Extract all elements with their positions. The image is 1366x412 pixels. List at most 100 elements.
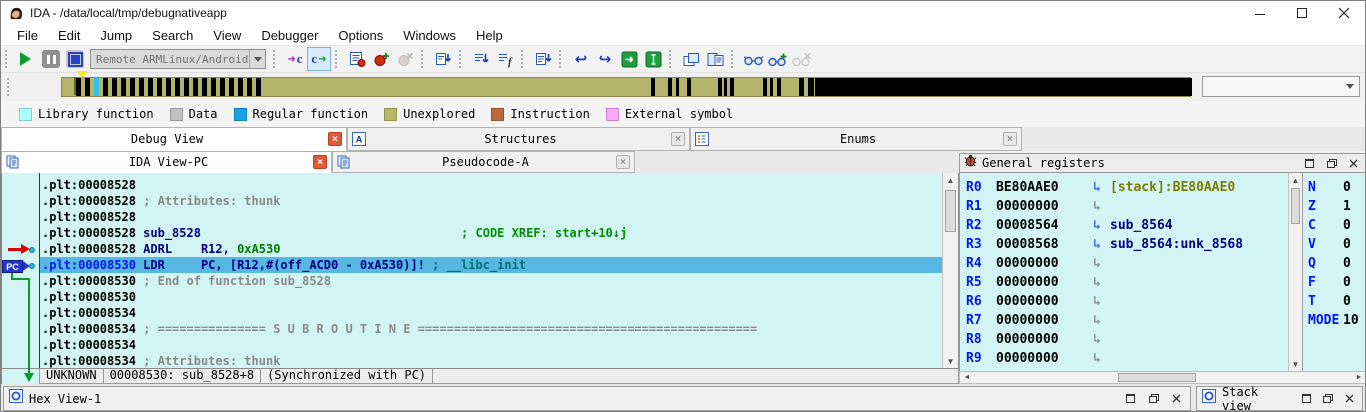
disasm-line[interactable]: .plt:00008528 sub_8528 ; CODE XREF: star… xyxy=(40,225,942,241)
debugger-selector[interactable]: Remote ARMLinux/Android debugger xyxy=(90,49,266,69)
disasm-line[interactable]: .plt:00008534 ; =============== S U B R … xyxy=(40,321,942,337)
disasm-line[interactable]: .plt:00008528 ; Attributes: thunk xyxy=(40,193,942,209)
trace-over-icon[interactable]: f xyxy=(493,47,517,71)
scroll-down-icon[interactable]: ▼ xyxy=(1289,357,1302,371)
menu-debugger[interactable]: Debugger xyxy=(251,28,328,43)
flag-row[interactable]: F0 xyxy=(1303,273,1366,292)
scroll-thumb[interactable] xyxy=(945,190,956,232)
register-row[interactable]: R400000000↳ xyxy=(960,254,1288,273)
register-row[interactable]: R300008568↳sub_8564:unk_8568 xyxy=(960,235,1288,254)
register-row[interactable]: R900000000↳ xyxy=(960,349,1288,368)
menu-edit[interactable]: Edit xyxy=(48,28,90,43)
navigation-band[interactable] xyxy=(61,77,1191,97)
float-panel-icon[interactable] xyxy=(1320,391,1335,406)
disasm-vscrollbar[interactable]: ▲ ▼ xyxy=(942,173,958,368)
disassembly-view[interactable]: .plt:00008528.plt:00008528 ; Attributes:… xyxy=(1,173,959,369)
hex-view-bar[interactable]: Hex View-1 xyxy=(3,386,1191,411)
pause-process-icon[interactable] xyxy=(39,47,63,71)
disasm-line[interactable]: .plt:00008530 ; End of function sub_8528 xyxy=(40,273,942,289)
close-tab-icon[interactable]: × xyxy=(328,132,342,146)
run-process-icon[interactable]: c➜ xyxy=(307,47,331,71)
disasm-line[interactable]: .plt:00008534 ; Attributes: thunk xyxy=(40,353,942,369)
maximize-icon[interactable] xyxy=(1281,1,1323,25)
close-tab-icon[interactable]: × xyxy=(313,155,327,169)
menu-file[interactable]: File xyxy=(7,28,48,43)
registers-hscrollbar[interactable]: ◄ ► xyxy=(959,371,1366,384)
maximize-panel-icon[interactable] xyxy=(1301,156,1318,171)
scroll-down-icon[interactable]: ▼ xyxy=(943,354,958,368)
close-tab-icon[interactable]: × xyxy=(1003,132,1017,146)
menu-search[interactable]: Search xyxy=(142,28,203,43)
stop-process-icon[interactable] xyxy=(63,47,87,71)
register-row[interactable]: R500000000↳ xyxy=(960,273,1288,292)
minimize-icon[interactable] xyxy=(1239,1,1281,25)
register-row[interactable]: R0BE80AAE0↳[stack]:BE80AAE0 xyxy=(960,178,1288,197)
menu-view[interactable]: View xyxy=(203,28,251,43)
disasm-line[interactable]: .plt:00008528 xyxy=(40,177,942,193)
close-panel-icon[interactable] xyxy=(1168,391,1185,406)
tab-debug-view[interactable]: Debug View × xyxy=(1,127,347,151)
close-tab-icon[interactable]: × xyxy=(671,132,685,146)
flag-row[interactable]: Z1 xyxy=(1303,197,1366,216)
scroll-thumb[interactable] xyxy=(1291,188,1300,224)
disasm-line[interactable]: .plt:00008534 xyxy=(40,337,942,353)
step-until-return-icon[interactable] xyxy=(531,47,555,71)
next-position-icon[interactable]: ↪ xyxy=(593,47,617,71)
disasm-line[interactable]: .plt:00008534 xyxy=(40,305,942,321)
run-until-return-icon[interactable] xyxy=(617,47,641,71)
register-row[interactable]: R100000000↳ xyxy=(960,197,1288,216)
step-over-icon[interactable] xyxy=(469,47,493,71)
register-row[interactable]: R800000000↳ xyxy=(960,330,1288,349)
scroll-track[interactable] xyxy=(974,372,1352,383)
flag-row[interactable]: C0 xyxy=(1303,216,1366,235)
maximize-panel-icon[interactable] xyxy=(1299,391,1314,406)
close-panel-icon[interactable] xyxy=(1345,156,1362,171)
scroll-right-icon[interactable]: ► xyxy=(1352,372,1366,383)
flag-row[interactable]: Q0 xyxy=(1303,254,1366,273)
delete-breakpoint-icon[interactable] xyxy=(393,47,417,71)
flag-row[interactable]: MODE10 xyxy=(1303,311,1366,330)
maximize-panel-icon[interactable] xyxy=(1122,391,1139,406)
tab-pseudocode-a[interactable]: Pseudocode-A × xyxy=(332,151,635,173)
navband-zoom-select[interactable] xyxy=(1202,76,1360,97)
flag-row[interactable]: T0 xyxy=(1303,292,1366,311)
menu-jump[interactable]: Jump xyxy=(90,28,142,43)
disasm-line[interactable]: .plt:00008530 LDR PC, [R12,#(off_ACD0 - … xyxy=(40,257,942,273)
menu-help[interactable]: Help xyxy=(466,28,513,43)
attach-process-icon[interactable]: ➜c xyxy=(283,47,307,71)
flag-row[interactable]: N0 xyxy=(1303,178,1366,197)
breakpoint-list-icon[interactable] xyxy=(345,47,369,71)
float-panel-icon[interactable] xyxy=(1145,391,1162,406)
close-panel-icon[interactable] xyxy=(1342,391,1357,406)
disasm-line[interactable]: .plt:00008530 xyxy=(40,289,942,305)
tab-ida-view-pc[interactable]: IDA View-PC × xyxy=(1,151,332,173)
disasm-line[interactable]: .plt:00008528 ADRL R12, 0xA530 xyxy=(40,241,942,257)
menu-options[interactable]: Options xyxy=(328,28,393,43)
register-row[interactable]: R200008564↳sub_8564 xyxy=(960,216,1288,235)
window-copy-icon[interactable] xyxy=(703,47,727,71)
menu-windows[interactable]: Windows xyxy=(393,28,466,43)
run-to-cursor-icon[interactable] xyxy=(641,47,665,71)
add-watch-icon[interactable] xyxy=(765,47,789,71)
register-row[interactable]: R700000000↳ xyxy=(960,311,1288,330)
step-into-icon[interactable] xyxy=(431,47,455,71)
register-row[interactable]: R600000000↳ xyxy=(960,292,1288,311)
delete-watch-icon[interactable] xyxy=(789,47,813,71)
scroll-up-icon[interactable]: ▲ xyxy=(1289,173,1302,187)
prev-position-icon[interactable]: ↩ xyxy=(569,47,593,71)
windows-stack-icon[interactable] xyxy=(679,47,703,71)
close-icon[interactable] xyxy=(1323,1,1365,25)
tab-structures[interactable]: A Structures × xyxy=(347,127,690,151)
add-breakpoint-icon[interactable] xyxy=(369,47,393,71)
close-tab-icon[interactable]: × xyxy=(616,155,630,169)
scroll-thumb[interactable] xyxy=(1118,373,1196,382)
watch-list-icon[interactable] xyxy=(741,47,765,71)
disasm-line[interactable]: .plt:00008528 xyxy=(40,209,942,225)
scroll-up-icon[interactable]: ▲ xyxy=(943,173,958,187)
register-list[interactable]: R0BE80AAE0↳[stack]:BE80AAE0R100000000↳R2… xyxy=(960,173,1288,371)
registers-vscrollbar[interactable]: ▲ ▼ xyxy=(1288,173,1302,371)
tab-enums[interactable]: Enums × xyxy=(690,127,1022,151)
flag-row[interactable]: V0 xyxy=(1303,235,1366,254)
stack-view-bar[interactable]: Stack view xyxy=(1196,386,1363,411)
scroll-left-icon[interactable]: ◄ xyxy=(960,372,974,383)
